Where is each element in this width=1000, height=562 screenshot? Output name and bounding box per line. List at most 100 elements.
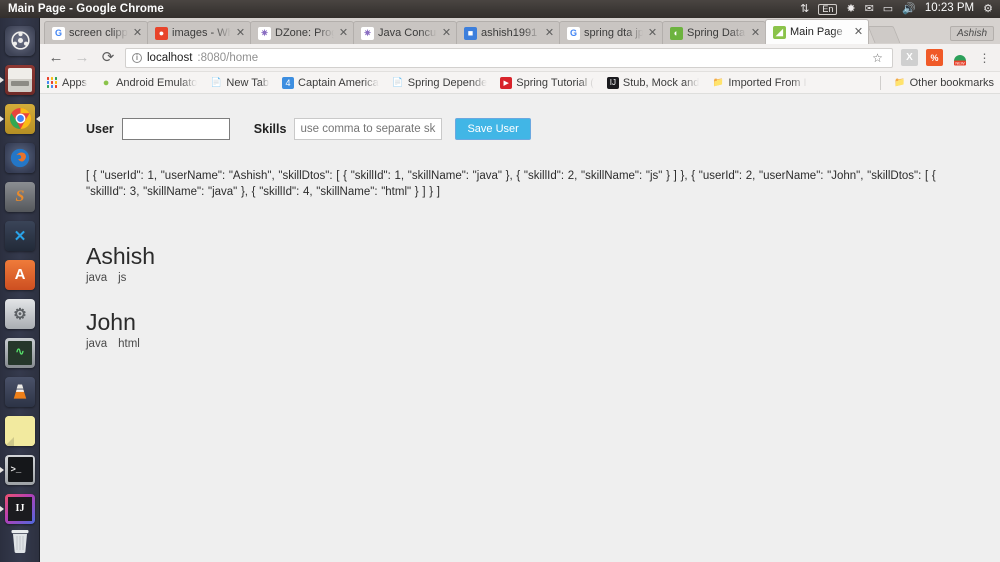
launcher-item-firefox[interactable] (0, 138, 40, 177)
url-path: :8080/home (197, 52, 258, 64)
bookmark-label: Stub, Mock and (623, 77, 699, 89)
vs-code-icon: ✕ (5, 221, 35, 251)
page-viewport: User Skills Save User [ { "userId": 1, "… (40, 94, 1000, 562)
launcher-item-files[interactable] (0, 60, 40, 99)
tab-close-icon[interactable]: ✕ (132, 28, 143, 38)
users-json-output: [ { "userId": 1, "userName": "Ashish", "… (86, 168, 958, 200)
bookmark-item-other-bookmarks[interactable]: 📁 Other bookmarks (880, 76, 994, 90)
network-transfer-icon[interactable]: ⇅ (800, 4, 809, 15)
google-favicon-icon: G (567, 27, 580, 40)
session-menu-icon[interactable]: ⚙ (983, 4, 993, 15)
intellij-idea-icon: IJ (5, 494, 35, 524)
launcher-item-vs-code[interactable]: ✕ (0, 216, 40, 255)
user-list-item: John java html (86, 308, 1000, 350)
tab-title: spring dta jp (584, 27, 643, 39)
new-tab-button[interactable] (868, 26, 901, 43)
tab-title: screen clipping (69, 27, 128, 39)
user-input[interactable] (122, 118, 230, 140)
trash-icon (5, 526, 35, 556)
folder-icon: 📁 (894, 77, 906, 89)
browser-tab[interactable]: ■ ashish1991 / ✕ (456, 21, 560, 44)
bookmark-item-apps[interactable]: Apps (46, 77, 87, 89)
tab-strip: G screen clipping ✕ ● images - Whi ✕ ✷ D… (40, 18, 1000, 44)
launcher-item-trash[interactable] (0, 526, 40, 556)
battery-icon[interactable]: ▭ (883, 4, 893, 15)
extension-percent-icon[interactable]: % (926, 49, 943, 66)
launcher-item-android-studio[interactable]: A (0, 255, 40, 294)
bookmark-item-stub-mock[interactable]: IJ Stub, Mock and (607, 77, 699, 89)
user-skills: java js (86, 272, 1000, 284)
apps-grid-icon (46, 77, 58, 89)
browser-tab[interactable]: ✷ DZone: Prog ✕ (250, 21, 354, 44)
address-bar[interactable]: i localhost :8080/home ☆ (125, 48, 893, 68)
bookmark-label: Other bookmarks (910, 77, 994, 89)
reload-button[interactable]: ⟳ (99, 50, 117, 65)
bookmark-item-spring-dependency[interactable]: 📄 Spring Depende (392, 77, 488, 89)
site-info-icon[interactable]: i (132, 53, 142, 63)
system-monitor-icon: ∿ (5, 338, 35, 368)
browser-tab[interactable]: G screen clipping ✕ (44, 21, 148, 44)
mail-icon[interactable]: ✉ (865, 4, 874, 15)
launcher-item-terminal[interactable]: >_ (0, 450, 40, 489)
tab-close-icon[interactable]: ✕ (544, 28, 555, 38)
tab-close-icon[interactable]: ✕ (441, 28, 452, 38)
browser-tab[interactable]: ✷ Java Concur ✕ (353, 21, 457, 44)
youtube-icon: ▶ (500, 77, 512, 89)
launcher-item-sublime-text[interactable]: S (0, 177, 40, 216)
user-name: Ashish (86, 242, 1000, 270)
browser-toolbar: ← → ⟳ i localhost :8080/home ☆ X % NEW ⋮ (40, 44, 1000, 72)
tab-close-icon[interactable]: ✕ (853, 27, 864, 37)
clock[interactable]: 10:23 PM (925, 3, 974, 15)
launcher-item-intellij-idea[interactable]: IJ (0, 489, 40, 528)
url-host: localhost (147, 52, 192, 64)
bookmark-label: New Tab (226, 77, 269, 89)
ubuntu-dash-icon (5, 26, 35, 56)
tab-close-icon[interactable]: ✕ (235, 28, 246, 38)
notes-icon (5, 416, 35, 446)
bookmark-label: Imported From I (728, 77, 806, 89)
browser-tab[interactable]: ◐ Spring Data ✕ (662, 21, 766, 44)
tab-close-icon[interactable]: ✕ (750, 28, 761, 38)
tab-title: Java Concur (378, 27, 437, 39)
skills-input[interactable] (294, 118, 442, 140)
page-icon: 📄 (210, 77, 222, 89)
extension-new-icon[interactable]: NEW (951, 49, 968, 66)
save-user-button[interactable]: Save User (455, 118, 530, 140)
bookmark-item-spring-tutorial[interactable]: ▶ Spring Tutorial ( (500, 77, 594, 89)
browser-tab-active[interactable]: ◢ Main Page ✕ (765, 19, 869, 44)
launcher-item-vlc[interactable] (0, 372, 40, 411)
profile-chip[interactable]: Ashish (950, 26, 994, 41)
browser-tab[interactable]: G spring dta jp ✕ (559, 21, 663, 44)
bookmark-item-android-emulator[interactable]: ● Android Emulato (100, 77, 197, 89)
keyboard-layout-indicator[interactable]: En (818, 4, 837, 15)
bookmark-star-icon[interactable]: ☆ (869, 49, 886, 66)
launcher-item-google-chrome[interactable] (0, 99, 40, 138)
google-favicon-icon: G (52, 27, 65, 40)
folder-icon: 📁 (712, 77, 724, 89)
svg-text:NEW: NEW (955, 60, 965, 65)
tab-close-icon[interactable]: ✕ (647, 28, 658, 38)
bookmark-item-new-tab[interactable]: 📄 New Tab (210, 77, 269, 89)
launcher-item-ubuntu-dash[interactable] (0, 21, 40, 60)
system-tools-icon: ⚙ (5, 299, 35, 329)
bookmark-item-imported-from[interactable]: 📁 Imported From I (712, 77, 806, 89)
page-icon: 📄 (392, 77, 404, 89)
browser-tab[interactable]: ● images - Whi ✕ (147, 21, 251, 44)
volume-icon[interactable]: 🔊 (902, 4, 916, 15)
user-list-item: Ashish java js (86, 242, 1000, 284)
launcher-item-system-tools[interactable]: ⚙ (0, 294, 40, 333)
launcher-item-system-monitor[interactable]: ∿ (0, 333, 40, 372)
back-button[interactable]: ← (47, 50, 65, 65)
forward-button[interactable]: → (73, 50, 91, 65)
extension-x-icon[interactable]: X (901, 49, 918, 66)
bluetooth-icon[interactable]: ✸ (846, 4, 855, 15)
unity-top-panel: Main Page - Google Chrome ⇅ En ✸ ✉ ▭ 🔊 1… (0, 0, 1000, 18)
user-form: User Skills Save User (86, 118, 1000, 140)
tab-title: DZone: Prog (275, 27, 334, 39)
bookmark-item-captain-america[interactable]: 4 Captain America (282, 77, 379, 89)
tab-close-icon[interactable]: ✕ (338, 28, 349, 38)
chrome-menu-icon[interactable]: ⋮ (976, 49, 993, 66)
launcher-item-notes[interactable] (0, 411, 40, 450)
user-skills: java html (86, 338, 1000, 350)
tab-title: Spring Data (687, 27, 746, 39)
